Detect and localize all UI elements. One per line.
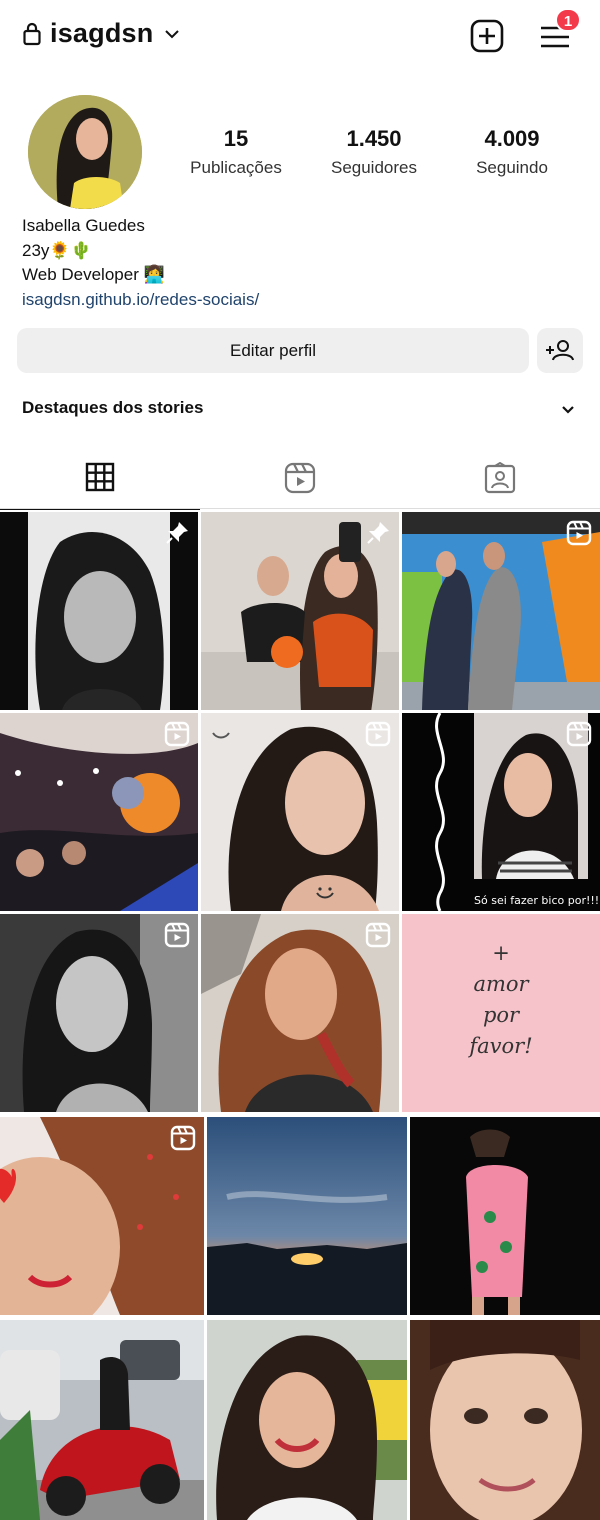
grid-post[interactable]: [201, 512, 399, 710]
notification-badge: 1: [555, 8, 581, 32]
followers-count-label: Seguidores: [330, 158, 417, 177]
reel-icon: [566, 520, 592, 546]
post-caption: Só sei fazer bico por!!!: [474, 894, 600, 907]
chevron-down-icon: [165, 29, 180, 38]
username: isagdsn: [50, 18, 154, 48]
reels-icon: [284, 462, 316, 494]
display-name: Isabella Guedes: [22, 216, 145, 235]
text-post-line: amor: [473, 972, 529, 996]
grid-post[interactable]: [410, 1117, 600, 1315]
text-post: + amor por favor!: [402, 938, 600, 1062]
followers-count[interactable]: 1.450 Seguidores: [314, 126, 434, 178]
tab-reels[interactable]: [200, 446, 400, 510]
post-image: [410, 1320, 600, 1520]
text-post-line: por: [482, 1003, 520, 1027]
lock-icon: [23, 22, 41, 45]
post-image: [410, 1117, 600, 1315]
story-highlights-toggle[interactable]: Destaques dos stories: [22, 398, 578, 424]
posts-count-label: Publicações: [190, 158, 282, 177]
add-person-icon: [546, 340, 574, 361]
following-count-label: Seguindo: [476, 158, 548, 177]
tabs-divider: [0, 508, 600, 509]
grid-post[interactable]: + amor por favor!: [402, 914, 600, 1112]
avatar[interactable]: [28, 95, 142, 209]
post-image: [207, 1320, 407, 1520]
tab-tagged[interactable]: [400, 446, 600, 510]
grid-post[interactable]: [0, 512, 198, 710]
pin-icon: [166, 522, 188, 544]
reel-icon: [164, 721, 190, 747]
account-switcher[interactable]: isagdsn: [22, 18, 181, 49]
create-post-button[interactable]: [470, 19, 504, 53]
reel-icon: [365, 721, 391, 747]
reel-icon: [170, 1125, 196, 1151]
grid-post[interactable]: [0, 1117, 204, 1315]
reel-icon: [365, 922, 391, 948]
reel-icon: [566, 721, 592, 747]
grid-post[interactable]: [207, 1320, 407, 1520]
bio-line-2: Web Developer 👩‍💻: [22, 265, 165, 284]
grid-post[interactable]: [0, 1320, 204, 1520]
text-post-line: favor!: [469, 1034, 533, 1058]
followers-count-value: 1.450: [346, 126, 402, 151]
grid-post[interactable]: [402, 512, 600, 710]
story-highlights-label: Destaques dos stories: [22, 398, 204, 417]
reel-icon: [164, 922, 190, 948]
edit-profile-button[interactable]: Editar perfil: [17, 328, 529, 373]
text-post-line: +: [492, 941, 510, 965]
grid-post[interactable]: [0, 713, 198, 911]
posts-count-value: 15: [223, 126, 249, 151]
discover-people-button[interactable]: [537, 328, 583, 373]
grid-post[interactable]: [410, 1320, 600, 1520]
following-count[interactable]: 4.009 Seguindo: [452, 126, 572, 178]
grid-post[interactable]: [207, 1117, 407, 1315]
profile-tabs: [0, 446, 600, 510]
bio-link[interactable]: isagdsn.github.io/redes-sociais/: [22, 288, 259, 313]
pin-icon: [367, 522, 389, 544]
tagged-icon: [484, 462, 516, 494]
chevron-down-icon: [562, 406, 574, 414]
tab-posts[interactable]: [0, 446, 200, 510]
grid-post[interactable]: Só sei fazer bico por!!!: [402, 713, 600, 911]
post-image: [207, 1117, 407, 1315]
bio-line-1: 23y🌻🌵: [22, 240, 92, 260]
profile-bio: Isabella Guedes 23y🌻🌵 Web Developer 👩‍💻 …: [22, 214, 259, 312]
grid-post[interactable]: [0, 914, 198, 1112]
grid-post[interactable]: [201, 914, 399, 1112]
following-count-value: 4.009: [484, 126, 540, 151]
grid-post[interactable]: [201, 713, 399, 911]
post-image: [0, 1320, 204, 1520]
avatar-image: [28, 95, 142, 209]
posts-count[interactable]: 15 Publicações: [176, 126, 296, 178]
top-bar: isagdsn 1: [0, 0, 600, 76]
grid-icon: [85, 462, 115, 492]
